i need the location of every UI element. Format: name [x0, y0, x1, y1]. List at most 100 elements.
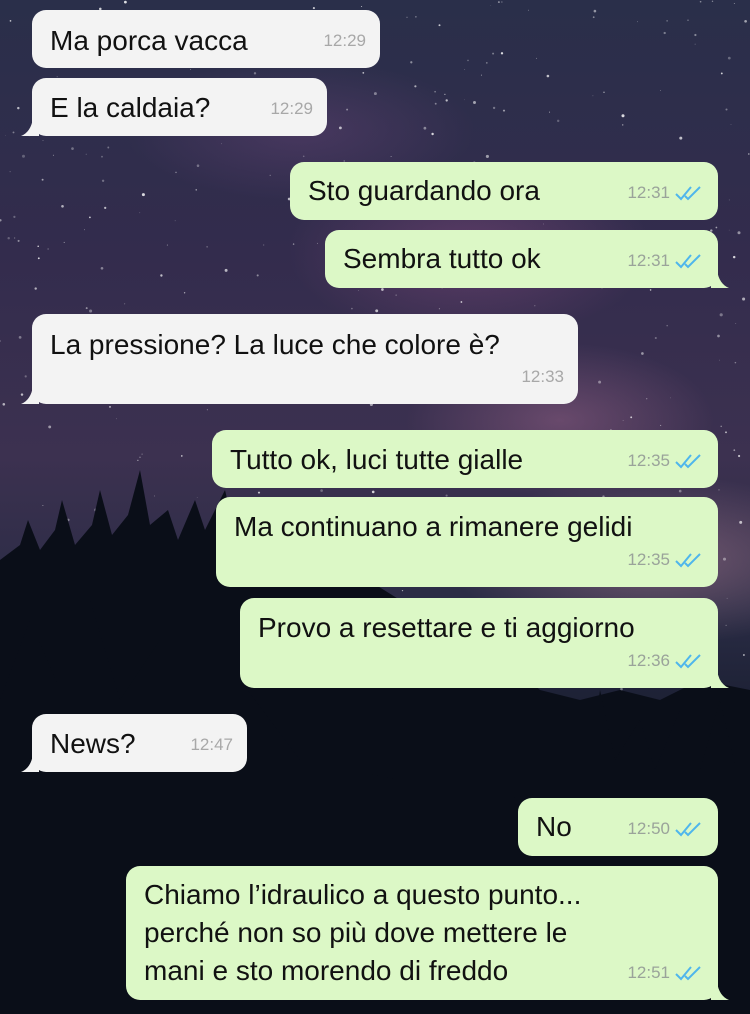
star [312, 7, 315, 10]
star [48, 425, 52, 429]
message-text: Ma continuano a rimanere gelidi [234, 511, 633, 542]
star [722, 557, 727, 561]
message-time: 12:51 [627, 963, 670, 982]
star [116, 418, 118, 420]
star [473, 101, 476, 104]
star [406, 16, 408, 18]
star [654, 336, 657, 340]
star [124, 0, 127, 4]
star [292, 243, 295, 245]
message-time: 12:31 [627, 183, 670, 202]
star [5, 135, 6, 137]
star [269, 174, 271, 177]
star [63, 241, 65, 243]
star [460, 301, 463, 303]
star [100, 266, 104, 270]
star [687, 19, 689, 21]
star [42, 140, 44, 141]
star [593, 9, 597, 13]
star [438, 308, 440, 310]
message-text: Provo a resettare e ti aggiorno [258, 612, 635, 643]
incoming-message[interactable]: La pressione? La luce che colore è? 12:3… [21, 314, 578, 404]
message-meta: 12:35 [627, 444, 704, 478]
star [224, 268, 228, 272]
star [423, 126, 427, 130]
star [732, 255, 736, 259]
star [711, 0, 714, 3]
star [431, 132, 434, 136]
star [438, 24, 441, 27]
star [725, 108, 728, 111]
double-check-icon [675, 654, 701, 669]
star [630, 416, 633, 419]
outgoing-message[interactable]: Sto guardando ora 12:31 [290, 162, 718, 220]
star [730, 123, 732, 125]
star [467, 59, 469, 62]
outgoing-message[interactable]: Ma continuano a rimanere gelidi 12:35 [216, 497, 718, 587]
star [492, 52, 495, 55]
message-meta: 12:31 [627, 176, 704, 210]
star [735, 323, 737, 324]
outgoing-message[interactable]: Tutto ok, luci tutte gialle 12:35 [212, 430, 718, 488]
star [85, 307, 88, 310]
star [375, 309, 379, 313]
message-text: E la caldaia? [50, 92, 211, 123]
outgoing-message[interactable]: Sembra tutto ok 12:31 [325, 230, 729, 288]
star [41, 178, 44, 181]
star [9, 171, 11, 173]
incoming-message[interactable]: News? 12:47 [21, 714, 247, 772]
star [14, 237, 16, 239]
star [733, 449, 736, 452]
star [7, 236, 10, 240]
star [89, 309, 93, 313]
double-check-icon [675, 966, 701, 981]
message-text: Ma porca vacca [50, 25, 248, 56]
message-meta: 12:33 [521, 360, 564, 394]
star [47, 248, 49, 250]
double-check-icon [675, 822, 701, 837]
star [141, 193, 145, 197]
star [622, 420, 624, 421]
message-time: 12:29 [323, 31, 366, 50]
message-time: 12:47 [190, 735, 233, 754]
star [42, 505, 44, 507]
star [694, 43, 696, 45]
star [101, 179, 105, 182]
star [543, 223, 545, 225]
double-check-icon [675, 186, 701, 201]
message-meta: 12:51 [627, 956, 704, 990]
message-meta: 12:36 [627, 644, 704, 678]
star [660, 90, 662, 91]
incoming-message[interactable]: E la caldaia? 12:29 [21, 78, 327, 136]
incoming-message[interactable]: Ma porca vacca 12:29 [32, 10, 380, 68]
star [556, 119, 560, 123]
outgoing-message[interactable]: Chiamo l’idraulico a questo punto... per… [126, 866, 729, 1000]
star [699, 0, 702, 3]
star [490, 5, 492, 6]
star [660, 424, 662, 426]
star [663, 31, 666, 35]
star [317, 242, 318, 244]
star [737, 231, 741, 235]
star [744, 19, 747, 23]
outgoing-message[interactable]: Provo a resettare e ti aggiorno 12:36 [240, 598, 729, 688]
star [196, 497, 198, 498]
outgoing-message[interactable]: No 12:50 [518, 798, 718, 856]
star [85, 153, 87, 155]
star [320, 489, 323, 492]
message-time: 12:50 [627, 819, 670, 838]
star [361, 5, 363, 8]
star [679, 136, 683, 140]
star [649, 289, 652, 291]
star [621, 124, 624, 126]
star [183, 292, 186, 294]
star [641, 352, 644, 355]
star [720, 72, 723, 75]
bubble-tail-icon [711, 982, 729, 1000]
bubble-tail-icon [21, 386, 39, 404]
message-meta: 12:47 [190, 728, 233, 762]
star [666, 20, 668, 22]
bubble-tail-icon [711, 670, 729, 688]
star [71, 147, 74, 150]
message-text: Tutto ok, luci tutte gialle [230, 444, 524, 475]
